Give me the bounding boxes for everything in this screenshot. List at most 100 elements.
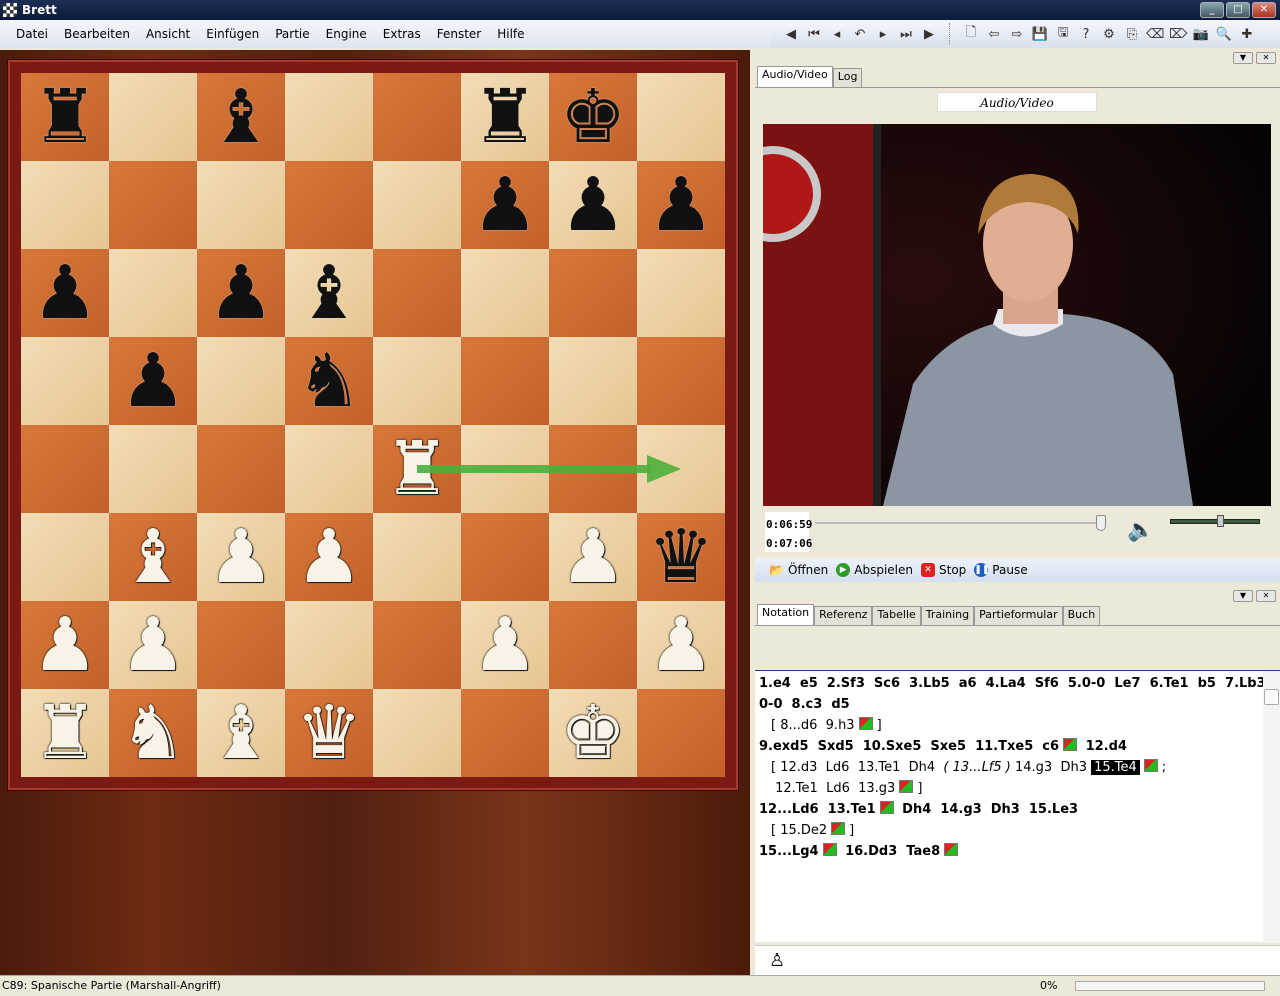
notation-view[interactable]: 1.e4 e5 2.Sf3 Sc6 3.Lb5 a6 4.La4 Sf6 5.0… — [755, 670, 1280, 943]
square-a1[interactable]: ♜ — [21, 689, 109, 777]
black-king[interactable]: ♚ — [560, 80, 626, 154]
diagram-icon[interactable] — [1143, 759, 1158, 772]
search-doc-icon[interactable]: 🔍 — [1215, 27, 1233, 42]
square-f6[interactable] — [461, 249, 549, 337]
square-e1[interactable] — [373, 689, 461, 777]
square-d7[interactable] — [285, 161, 373, 249]
camera-icon[interactable]: 📷 — [1192, 27, 1210, 42]
menu-3[interactable]: Einfügen — [198, 27, 267, 41]
black-rook[interactable]: ♜ — [32, 80, 98, 154]
seek-slider[interactable] — [815, 522, 1105, 524]
square-h4[interactable] — [637, 425, 725, 513]
black-bishop[interactable]: ♝ — [296, 256, 362, 330]
black-pawn[interactable]: ♟ — [648, 168, 714, 242]
square-c1[interactable]: ♝ — [197, 689, 285, 777]
square-d2[interactable] — [285, 601, 373, 689]
menu-7[interactable]: Fenster — [429, 27, 490, 41]
square-f7[interactable]: ♟ — [461, 161, 549, 249]
diagram-icon[interactable] — [899, 780, 914, 793]
save-as-icon[interactable]: 🖫 — [1054, 23, 1072, 45]
square-d8[interactable] — [285, 73, 373, 161]
square-c3[interactable]: ♟ — [197, 513, 285, 601]
close-button[interactable]: ✕ — [1252, 2, 1276, 18]
square-d3[interactable]: ♟ — [285, 513, 373, 601]
engine-query-icon[interactable]: ⚙ — [1100, 27, 1118, 42]
white-bishop[interactable]: ♝ — [208, 696, 274, 770]
scroll-thumb[interactable] — [1264, 689, 1279, 705]
menu-8[interactable]: Hilfe — [489, 27, 532, 41]
square-b4[interactable] — [109, 425, 197, 513]
square-f4[interactable] — [461, 425, 549, 513]
diagram-icon[interactable] — [879, 801, 894, 814]
square-h2[interactable]: ♟ — [637, 601, 725, 689]
av-tab-audiovideo[interactable]: Audio/Video — [757, 66, 833, 87]
white-pawn[interactable]: ♟ — [120, 608, 186, 682]
av-tab-log[interactable]: Log — [832, 68, 863, 87]
back-circle-icon[interactable]: ◀ — [782, 27, 800, 42]
pause-button[interactable]: ❚❚ Pause — [974, 563, 1028, 577]
square-c5[interactable] — [197, 337, 285, 425]
square-g8[interactable]: ♚ — [549, 73, 637, 161]
black-pawn[interactable]: ♟ — [472, 168, 538, 242]
square-g3[interactable]: ♟ — [549, 513, 637, 601]
diagram-icon[interactable] — [822, 843, 837, 856]
square-g6[interactable] — [549, 249, 637, 337]
square-c8[interactable]: ♝ — [197, 73, 285, 161]
square-d4[interactable] — [285, 425, 373, 513]
stop-button[interactable]: ✕ Stop — [921, 563, 966, 577]
color-cross-icon[interactable]: ✚ — [1238, 27, 1256, 42]
forward-circle-icon[interactable]: ▶ — [920, 27, 938, 42]
square-f1[interactable] — [461, 689, 549, 777]
square-c4[interactable] — [197, 425, 285, 513]
square-h5[interactable] — [637, 337, 725, 425]
diagram-icon[interactable] — [1063, 738, 1078, 751]
square-g1[interactable]: ♚ — [549, 689, 637, 777]
diagram-icon[interactable] — [831, 822, 846, 835]
square-d6[interactable]: ♝ — [285, 249, 373, 337]
white-rook[interactable]: ♜ — [384, 432, 450, 506]
square-g4[interactable] — [549, 425, 637, 513]
square-c2[interactable] — [197, 601, 285, 689]
new-doc-icon[interactable]: 🗋 — [962, 23, 980, 45]
white-rook[interactable]: ♜ — [32, 696, 98, 770]
undo-icon[interactable]: ↶ — [851, 27, 869, 42]
square-a8[interactable]: ♜ — [21, 73, 109, 161]
square-b2[interactable]: ♟ — [109, 601, 197, 689]
black-rook[interactable]: ♜ — [472, 80, 538, 154]
pane-close-icon[interactable]: ✕ — [1256, 52, 1276, 64]
info-query-icon[interactable]: ? — [1077, 27, 1095, 42]
pawn-icon[interactable]: ♙ — [769, 950, 785, 971]
prev-move-icon[interactable]: ◂ — [828, 27, 846, 42]
black-knight[interactable]: ♞ — [296, 344, 362, 418]
square-e5[interactable] — [373, 337, 461, 425]
diagram-icon[interactable] — [944, 843, 959, 856]
white-pawn[interactable]: ♟ — [472, 608, 538, 682]
square-e2[interactable] — [373, 601, 461, 689]
square-h1[interactable] — [637, 689, 725, 777]
black-pawn[interactable]: ♟ — [120, 344, 186, 418]
play-button[interactable]: ▶ Abspielen — [836, 563, 913, 577]
first-move-icon[interactable]: ⏮ — [805, 27, 823, 42]
square-h7[interactable]: ♟ — [637, 161, 725, 249]
white-pawn[interactable]: ♟ — [32, 608, 98, 682]
menu-4[interactable]: Partie — [267, 27, 317, 41]
save-icon[interactable]: 💾 — [1031, 27, 1049, 42]
current-move[interactable]: 15.Te4 — [1091, 760, 1140, 775]
square-h8[interactable] — [637, 73, 725, 161]
square-g2[interactable] — [549, 601, 637, 689]
square-e7[interactable] — [373, 161, 461, 249]
white-bishop[interactable]: ♝ — [120, 520, 186, 594]
white-queen[interactable]: ♛ — [296, 696, 362, 770]
white-pawn[interactable]: ♟ — [296, 520, 362, 594]
volume-thumb[interactable] — [1216, 515, 1224, 527]
menu-0[interactable]: Datei — [8, 27, 56, 41]
black-bishop[interactable]: ♝ — [208, 80, 274, 154]
seek-thumb[interactable] — [1095, 515, 1106, 531]
square-a3[interactable] — [21, 513, 109, 601]
notation-tab-notation[interactable]: Notation — [757, 604, 815, 625]
volume-slider[interactable] — [1170, 519, 1260, 524]
eraser-red-icon[interactable]: ⌦ — [1169, 27, 1187, 42]
speaker-icon[interactable]: 🔈 — [1127, 518, 1154, 543]
chess-board[interactable]: ♜ ♝ ♜ ♚ ♟ ♟ ♟ ♟ ♟ ♝ ♟ ♞ ♜ ♝ ♟ ♟ ♟ ♛ ♟ ♟ ♟ ♟ ♜ ♞ ♝ ♛ ♚ — [21, 73, 725, 777]
square-f3[interactable] — [461, 513, 549, 601]
